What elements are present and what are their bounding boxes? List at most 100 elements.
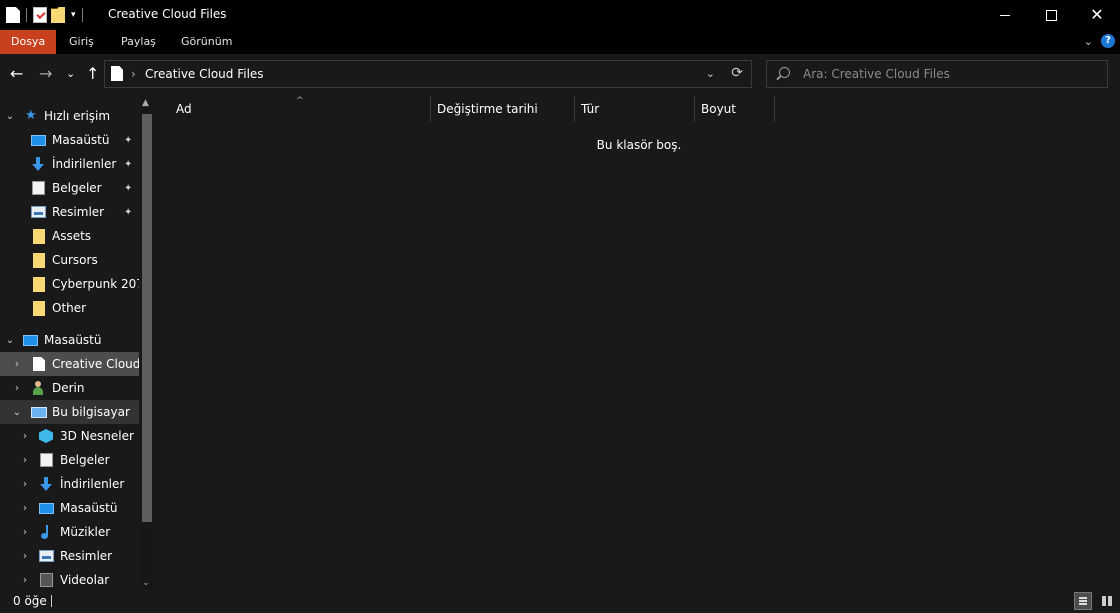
sidebar-item-3d-objects[interactable]: › 3D Nesneler bbox=[0, 424, 139, 448]
breadcrumb-current[interactable]: Creative Cloud Files bbox=[145, 67, 264, 81]
refresh-icon[interactable]: ⟳ bbox=[731, 65, 743, 81]
sidebar-item-documents-pc[interactable]: › Belgeler bbox=[0, 448, 139, 472]
sidebar-item-label: Cyberpunk 2077 bbox=[52, 277, 139, 291]
sidebar-item-label: Masaüstü bbox=[52, 133, 110, 147]
sidebar-item-label: Belgeler bbox=[52, 181, 102, 195]
item-count: 0 öğe bbox=[13, 594, 47, 608]
properties-icon[interactable] bbox=[33, 7, 47, 23]
document-icon[interactable] bbox=[6, 7, 20, 23]
sidebar-item-cyberpunk-2077[interactable]: Cyberpunk 2077 bbox=[0, 272, 139, 296]
close-icon: ✕ bbox=[1090, 5, 1104, 24]
user-icon bbox=[31, 381, 45, 395]
scrollbar-thumb[interactable] bbox=[142, 114, 152, 522]
collapse-chevron-icon[interactable]: › bbox=[20, 527, 30, 538]
sidebar-item-derin[interactable]: › Derin bbox=[0, 376, 139, 400]
new-folder-icon[interactable] bbox=[51, 7, 65, 23]
downloads-icon bbox=[39, 477, 54, 491]
expand-chevron-icon[interactable]: ⌄ bbox=[5, 335, 15, 346]
status-divider bbox=[51, 595, 52, 607]
tab-home[interactable]: Giriş bbox=[69, 30, 94, 54]
details-view-button[interactable] bbox=[1074, 592, 1092, 610]
sidebar-scrollbar[interactable]: ▲ ⌄ bbox=[140, 96, 154, 590]
sidebar-item-label: Other bbox=[52, 301, 87, 315]
sidebar-item-label: Masaüstü bbox=[60, 501, 118, 515]
sidebar-item-downloads-pc[interactable]: › İndirilenler bbox=[0, 472, 139, 496]
back-button[interactable]: ← bbox=[10, 66, 23, 82]
maximize-icon bbox=[1045, 9, 1057, 21]
toolbar-divider bbox=[81, 8, 83, 22]
close-button[interactable]: ✕ bbox=[1074, 0, 1120, 30]
recent-locations-chevron-icon[interactable]: ⌄ bbox=[66, 66, 75, 82]
title-bar: ▾ Creative Cloud Files ✕ bbox=[0, 0, 1120, 30]
sidebar-item-downloads[interactable]: İndirilenler ✦ bbox=[0, 152, 139, 176]
sidebar-item-documents[interactable]: Belgeler ✦ bbox=[0, 176, 139, 200]
empty-folder-message: Bu klasör boş. bbox=[596, 138, 682, 152]
sidebar-item-quick-access[interactable]: ⌄ ★ Hızlı erişim bbox=[0, 104, 139, 128]
sidebar-item-this-pc[interactable]: ⌄ Bu bilgisayar bbox=[0, 400, 139, 424]
pin-icon: ✦ bbox=[124, 134, 133, 146]
sidebar-item-cursors[interactable]: Cursors bbox=[0, 248, 139, 272]
sidebar-item-other[interactable]: Other bbox=[0, 296, 139, 320]
sidebar-item-label: Resimler bbox=[52, 205, 105, 219]
large-icons-view-button[interactable] bbox=[1098, 592, 1116, 610]
documents-icon bbox=[32, 181, 45, 195]
search-icon bbox=[779, 67, 790, 78]
expand-chevron-icon[interactable]: ⌄ bbox=[12, 407, 22, 418]
sidebar-item-pictures-pc[interactable]: › Resimler bbox=[0, 544, 139, 568]
sidebar-item-desktop[interactable]: Masaüstü ✦ bbox=[0, 128, 139, 152]
quick-access-toolbar: ▾ bbox=[6, 6, 85, 24]
sidebar-item-desktop-root[interactable]: ⌄ Masaüstü bbox=[0, 328, 139, 352]
sidebar-item-music[interactable]: › Müzikler bbox=[0, 520, 139, 544]
sidebar-item-label: Creative Cloud Files bbox=[52, 357, 139, 371]
tab-share[interactable]: Paylaş bbox=[121, 30, 156, 54]
scroll-up-icon[interactable]: ▲ bbox=[142, 98, 149, 108]
column-header-size[interactable]: Boyut bbox=[701, 96, 736, 122]
collapse-chevron-icon[interactable]: › bbox=[12, 359, 22, 370]
collapse-chevron-icon[interactable]: › bbox=[20, 575, 30, 586]
sidebar-item-label: Müzikler bbox=[60, 525, 111, 539]
folder-icon bbox=[33, 252, 45, 268]
help-icon[interactable]: ? bbox=[1101, 34, 1115, 48]
sidebar-item-desktop-pc[interactable]: › Masaüstü bbox=[0, 496, 139, 520]
column-divider[interactable] bbox=[694, 96, 695, 122]
scroll-down-icon[interactable]: ⌄ bbox=[142, 578, 150, 588]
address-bar[interactable]: › Creative Cloud Files ⌄ ⟳ bbox=[104, 60, 752, 88]
column-divider[interactable] bbox=[430, 96, 431, 122]
search-input[interactable] bbox=[803, 65, 1093, 83]
tab-file[interactable]: Dosya bbox=[0, 30, 57, 54]
star-icon: ★ bbox=[25, 108, 37, 123]
sidebar-item-creative-cloud-files[interactable]: › Creative Cloud Files bbox=[0, 352, 139, 376]
desktop-icon bbox=[23, 334, 38, 346]
collapse-chevron-icon[interactable]: › bbox=[12, 383, 22, 394]
collapse-chevron-icon[interactable]: › bbox=[20, 455, 30, 466]
folder-icon bbox=[33, 300, 45, 316]
ribbon-tabs: Dosya Giriş Paylaş Görünüm ⌄ ? bbox=[0, 30, 1120, 54]
maximize-button[interactable] bbox=[1028, 0, 1074, 30]
forward-button[interactable]: → bbox=[39, 66, 52, 82]
address-history-chevron-icon[interactable]: ⌄ bbox=[706, 67, 715, 80]
collapse-chevron-icon[interactable]: › bbox=[20, 431, 30, 442]
customize-toolbar-dropdown-icon[interactable]: ▾ bbox=[71, 10, 76, 20]
sidebar-item-pictures[interactable]: Resimler ✦ bbox=[0, 200, 139, 224]
column-header-date-modified[interactable]: Değiştirme tarihi bbox=[437, 96, 538, 122]
search-box[interactable] bbox=[766, 60, 1108, 88]
sidebar-item-label: Cursors bbox=[52, 253, 98, 267]
sidebar-item-videos[interactable]: › Videolar bbox=[0, 568, 139, 590]
collapse-chevron-icon[interactable]: › bbox=[20, 479, 30, 490]
minimize-button[interactable] bbox=[982, 0, 1028, 30]
column-header-name[interactable]: Ad bbox=[176, 96, 192, 122]
desktop-icon bbox=[39, 502, 54, 514]
up-button[interactable]: ↑ bbox=[86, 66, 99, 82]
collapse-chevron-icon[interactable]: › bbox=[20, 503, 30, 514]
pictures-icon bbox=[31, 206, 46, 218]
collapse-chevron-icon[interactable]: › bbox=[20, 551, 30, 562]
3d-objects-icon bbox=[39, 429, 53, 443]
sidebar-item-assets[interactable]: Assets bbox=[0, 224, 139, 248]
breadcrumb-separator-icon[interactable]: › bbox=[131, 67, 136, 81]
tab-view[interactable]: Görünüm bbox=[181, 30, 232, 54]
column-header-type[interactable]: Tür bbox=[581, 96, 599, 122]
expand-ribbon-chevron-icon[interactable]: ⌄ bbox=[1084, 35, 1093, 48]
column-divider[interactable] bbox=[774, 96, 775, 122]
column-divider[interactable] bbox=[574, 96, 575, 122]
expand-chevron-icon[interactable]: ⌄ bbox=[5, 111, 15, 122]
